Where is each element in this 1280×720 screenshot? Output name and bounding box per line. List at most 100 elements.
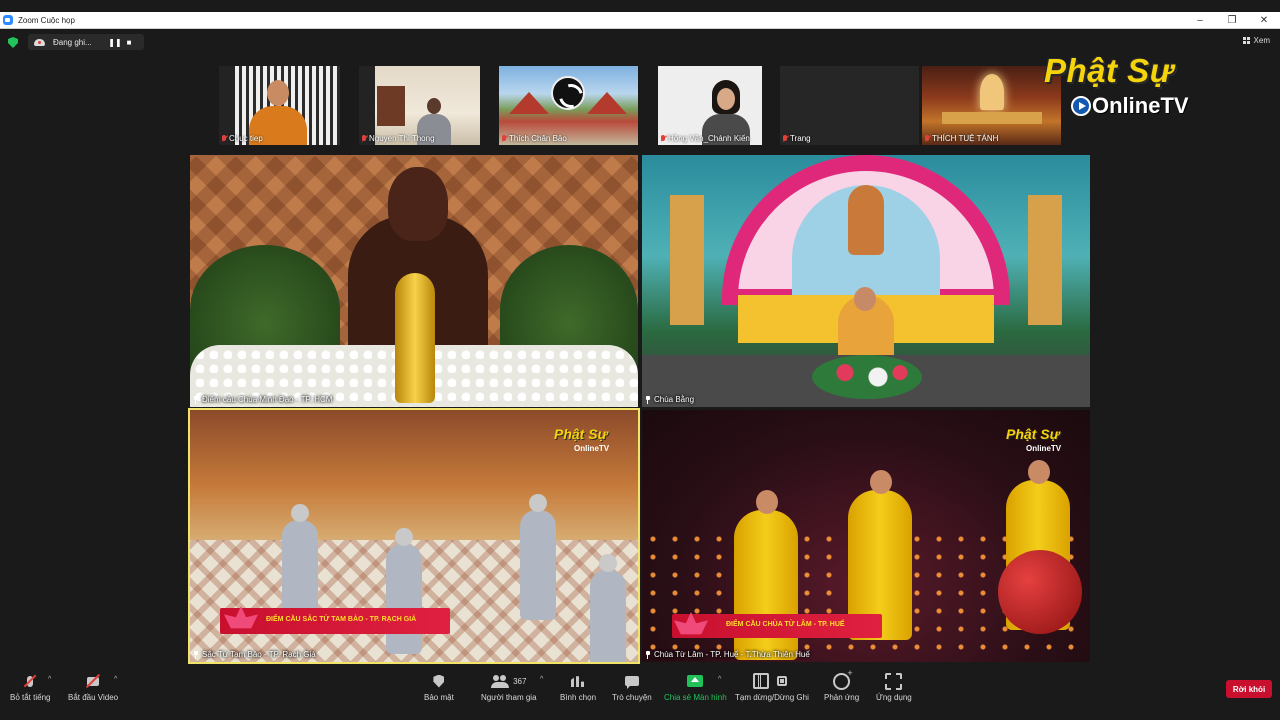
security-label: Bảo mật: [424, 693, 454, 702]
participant-thumbnail[interactable]: Chuc tiep: [219, 66, 340, 145]
stop-icon: [773, 672, 791, 690]
play-icon: [1071, 96, 1091, 116]
maximize-button[interactable]: ❐: [1216, 12, 1248, 28]
buddha-statue: [980, 74, 1004, 110]
unmute-label: Bỏ tắt tiếng: [10, 693, 51, 702]
apps-icon: [885, 672, 903, 690]
red-drum: [998, 550, 1082, 634]
chat-bubble-icon: [623, 672, 641, 690]
chat-button[interactable]: Trò chuyện: [612, 672, 652, 702]
participants-count: 367: [513, 676, 527, 686]
participant-name: Chuc tiep: [229, 134, 263, 143]
pause-stop-recording-label: Tạm dừng/Dừng Ghi: [735, 693, 809, 702]
mic-muted-icon: [660, 134, 666, 143]
participant-thumbnail[interactable]: Thích Chân Bảo: [499, 66, 638, 145]
buddha-statue-head: [388, 167, 448, 241]
smiley-icon: [833, 668, 852, 690]
participant-thumbnail[interactable]: Trang: [780, 66, 919, 145]
close-button[interactable]: ✕: [1248, 12, 1280, 28]
logo-subtitle: OnlineTV: [1092, 93, 1189, 118]
phat-su-online-tv-logo: Phật Sự OnlineTV: [1040, 52, 1200, 118]
security-button[interactable]: Bảo mật: [424, 672, 454, 702]
record-controls-icons: [752, 672, 791, 690]
pause-icon: [752, 672, 770, 690]
recording-indicator: Đang ghi... ❚❚ ■: [28, 34, 144, 50]
tile-name: Điểm cầu Chùa Minh Đạo - TP. HCM: [202, 395, 333, 404]
mic-muted-icon: [361, 134, 367, 143]
pin-icon: [645, 395, 651, 404]
pause-stop-recording-button[interactable]: Tạm dừng/Dừng Ghi: [735, 672, 809, 702]
participant-name-label: THÍCH TUỆ TÁNH: [924, 134, 998, 143]
leave-meeting-button[interactable]: Rời khỏi: [1226, 680, 1272, 698]
video-tile-minh-dao[interactable]: Điểm cầu Chùa Minh Đạo - TP. HCM: [190, 155, 638, 407]
mic-muted-icon: [221, 134, 227, 143]
participants-label: Người tham gia: [481, 693, 537, 702]
share-options-caret[interactable]: ^: [718, 676, 721, 683]
participant-name: Nguyen Thi Thong: [369, 134, 435, 143]
altar-base: [942, 112, 1042, 124]
pin-icon: [193, 395, 199, 404]
participant-name: Thích Chân Bảo: [509, 134, 567, 143]
video-tile-chua-bang[interactable]: Chùa Bằng: [642, 155, 1090, 407]
window-controls: – ❐ ✕: [1184, 12, 1280, 28]
logo-title: Phật Sự: [1044, 52, 1174, 89]
banner-text: ĐIỂM CẦU CHÙA TỪ LÂM - TP. HUẾ: [726, 621, 845, 628]
apps-button[interactable]: Ứng dụng: [876, 672, 912, 702]
tile-name: Chùa Từ Lâm - TP. Huế - T.Thừa Thiên Huế: [654, 650, 810, 659]
start-video-label: Bắt đầu Video: [68, 693, 119, 702]
tile-name-label: Chùa Từ Lâm - TP. Huế - T.Thừa Thiên Huế: [645, 650, 810, 659]
meeting-controls-toolbar: Bỏ tắt tiếng ^ Bắt đầu Video ^ Bảo mật 3…: [0, 666, 1280, 720]
monk-head: [854, 287, 876, 311]
participant-name-label: Nguyen Thi Thong: [361, 134, 435, 143]
grid-view-icon: [1242, 37, 1250, 44]
chat-label: Trò chuyện: [612, 693, 652, 702]
participants-icon-group: 367: [491, 672, 526, 690]
participant-thumbnail[interactable]: Nguyen Thi Thong: [359, 66, 480, 145]
zoom-app-icon: [3, 15, 13, 25]
flower-bouquet: [812, 355, 922, 399]
meeting-top-bar: Đang ghi... ❚❚ ■ Xem: [0, 30, 1280, 54]
reactions-button[interactable]: Phản ứng: [824, 668, 860, 702]
watermark-subtitle: OnlineTV: [1026, 444, 1062, 453]
video-tile-chua-tu-lam[interactable]: ĐIỂM CẦU CHÙA TỪ LÂM - TP. HUẾ Phật Sự O…: [642, 410, 1090, 662]
participant-name-label: Hồng Vân_Chánh Kiến: [660, 134, 750, 143]
video-options-caret[interactable]: ^: [114, 676, 117, 683]
participant-name-label: Chuc tiep: [221, 134, 263, 143]
share-screen-icon: [686, 672, 704, 690]
reactions-label: Phản ứng: [824, 693, 860, 702]
mic-muted-icon: [501, 134, 507, 143]
participants-icon: [491, 672, 510, 690]
apps-label: Ứng dụng: [876, 693, 912, 702]
unmute-button[interactable]: Bỏ tắt tiếng: [10, 672, 50, 702]
mic-muted-icon: [924, 134, 930, 143]
encryption-shield-icon[interactable]: [8, 37, 18, 48]
bar-chart-icon: [569, 672, 587, 690]
stop-recording-icon[interactable]: ■: [122, 35, 136, 49]
shield-icon: [430, 672, 448, 690]
minimize-button[interactable]: –: [1184, 12, 1216, 28]
share-screen-label: Chia sẻ Màn hình: [664, 693, 727, 702]
participants-button[interactable]: 367 Người tham gia: [481, 672, 537, 702]
participant-thumbnail[interactable]: Hồng Vân_Chánh Kiến: [658, 66, 762, 145]
tile-name-label: Chùa Bằng: [645, 395, 694, 404]
participants-options-caret[interactable]: ^: [540, 676, 543, 683]
participant-avatar: [551, 76, 585, 110]
mic-muted-icon: [782, 134, 788, 143]
window-title: Zoom Cuộc họp: [18, 15, 75, 25]
pillar-right: [1028, 195, 1062, 325]
participant-name: THÍCH TUỆ TÁNH: [932, 134, 999, 143]
video-off-icon: [84, 672, 102, 690]
watermark-title: Phật Sự: [1006, 426, 1060, 442]
polls-button[interactable]: Bình chọn: [560, 672, 596, 702]
pause-recording-icon[interactable]: ❚❚: [108, 35, 122, 49]
audio-options-caret[interactable]: ^: [48, 676, 51, 683]
view-button[interactable]: Xem: [1242, 36, 1270, 45]
participant-name-label: Trang: [782, 134, 811, 143]
polls-label: Bình chọn: [560, 693, 597, 702]
tile-name-label: Điểm cầu Chùa Minh Đạo - TP. HCM: [193, 395, 332, 404]
altar-statue: [848, 185, 884, 255]
pillar-left: [670, 195, 704, 325]
start-video-button[interactable]: Bắt đầu Video: [68, 672, 118, 702]
active-speaker-border: [188, 408, 640, 664]
participant-name: Hồng Vân_Chánh Kiến: [668, 134, 750, 143]
